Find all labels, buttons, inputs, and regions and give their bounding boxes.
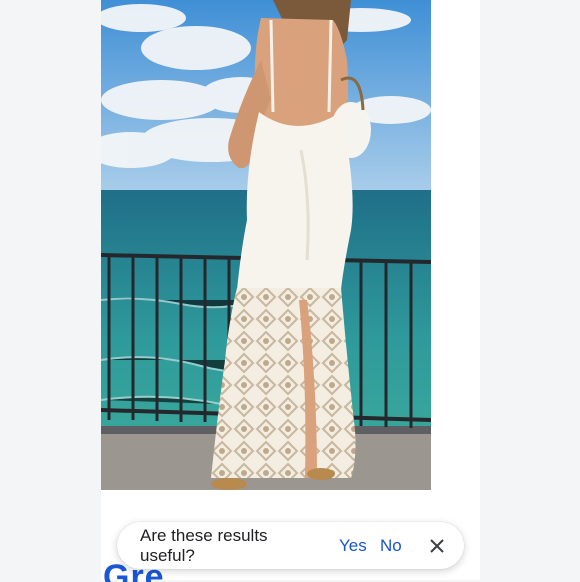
feedback-no-button[interactable]: No — [380, 536, 402, 556]
feedback-yes-button[interactable]: Yes — [339, 536, 367, 556]
feedback-prompt: Are these results useful? Yes No — [117, 522, 464, 569]
feedback-question: Are these results useful? — [140, 526, 268, 565]
close-feedback-button[interactable] — [427, 536, 447, 556]
product-image[interactable] — [101, 0, 431, 490]
close-icon — [430, 539, 444, 553]
